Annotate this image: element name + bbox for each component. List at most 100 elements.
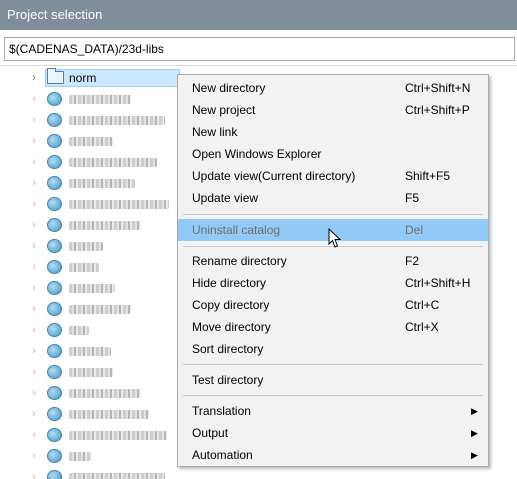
context-menu: New directory Ctrl+Shift+N New project C… bbox=[177, 74, 489, 467]
expand-icon[interactable]: › bbox=[28, 448, 40, 464]
expand-icon[interactable]: › bbox=[28, 70, 40, 86]
redacted-label bbox=[69, 326, 89, 335]
catalog-icon bbox=[47, 344, 62, 358]
catalog-icon bbox=[47, 218, 62, 232]
menu-item-hide-directory[interactable]: Hide directory Ctrl+Shift+H bbox=[178, 272, 488, 294]
expand-icon[interactable]: › bbox=[28, 343, 40, 359]
expand-icon[interactable]: › bbox=[28, 154, 40, 170]
menu-item-shortcut: Del bbox=[405, 223, 424, 237]
menu-item-shortcut: Ctrl+Shift+N bbox=[405, 81, 471, 95]
menu-item-label: Rename directory bbox=[192, 254, 287, 268]
expand-icon[interactable]: › bbox=[28, 364, 40, 380]
redacted-label bbox=[69, 137, 113, 146]
expand-icon[interactable]: › bbox=[28, 427, 40, 443]
catalog-icon bbox=[47, 281, 62, 295]
expand-icon[interactable]: › bbox=[28, 301, 40, 317]
menu-item-new-project[interactable]: New project Ctrl+Shift+P bbox=[178, 99, 488, 121]
catalog-icon bbox=[47, 155, 62, 169]
menu-item-label: Sort directory bbox=[192, 342, 264, 356]
expand-icon[interactable]: › bbox=[28, 259, 40, 275]
redacted-label bbox=[69, 95, 131, 104]
menu-separator bbox=[183, 214, 483, 215]
catalog-icon bbox=[47, 92, 62, 106]
catalog-icon bbox=[47, 176, 62, 190]
menu-item-sort-directory[interactable]: Sort directory bbox=[178, 338, 488, 360]
expand-icon[interactable]: › bbox=[28, 217, 40, 233]
menu-item-label: Automation bbox=[192, 448, 253, 462]
redacted-label bbox=[69, 452, 91, 461]
catalog-icon bbox=[47, 197, 62, 211]
menu-item-shortcut: Shift+F5 bbox=[405, 169, 451, 183]
redacted-label bbox=[69, 473, 165, 479]
catalog-icon bbox=[47, 365, 62, 379]
redacted-label bbox=[69, 200, 169, 209]
expand-icon[interactable]: › bbox=[28, 91, 40, 107]
path-bar: $(CADENAS_DATA)/23d-libs bbox=[0, 30, 517, 66]
menu-item-label: Open Windows Explorer bbox=[192, 147, 322, 161]
menu-item-rename-directory[interactable]: Rename directory F2 bbox=[178, 250, 488, 272]
window-title: Project selection bbox=[0, 0, 517, 30]
expand-icon[interactable]: › bbox=[28, 196, 40, 212]
catalog-icon bbox=[47, 386, 62, 400]
menu-item-label: Copy directory bbox=[192, 298, 270, 312]
expand-icon[interactable]: › bbox=[28, 238, 40, 254]
catalog-icon bbox=[47, 428, 62, 442]
tree-item-label: norm bbox=[69, 71, 97, 85]
redacted-label bbox=[69, 263, 99, 272]
expand-icon[interactable]: › bbox=[28, 133, 40, 149]
redacted-label bbox=[69, 284, 115, 293]
menu-item-move-directory[interactable]: Move directory Ctrl+X bbox=[178, 316, 488, 338]
redacted-label bbox=[69, 158, 157, 167]
menu-item-copy-directory[interactable]: Copy directory Ctrl+C bbox=[178, 294, 488, 316]
tree-item[interactable]: › bbox=[0, 467, 517, 479]
expand-icon[interactable]: › bbox=[28, 175, 40, 191]
redacted-label bbox=[69, 179, 135, 188]
submenu-arrow-icon: ▶ bbox=[471, 428, 478, 438]
menu-item-label: Update view(Current directory) bbox=[192, 169, 356, 183]
menu-item-shortcut: Ctrl+Shift+P bbox=[405, 103, 470, 117]
redacted-label bbox=[69, 389, 141, 398]
expand-icon[interactable]: › bbox=[28, 385, 40, 401]
redacted-label bbox=[69, 242, 103, 251]
folder-icon bbox=[47, 68, 64, 84]
menu-separator bbox=[183, 364, 483, 365]
menu-item-update-view[interactable]: Update view F5 bbox=[178, 187, 488, 209]
menu-item-output[interactable]: Output ▶ bbox=[178, 422, 488, 444]
submenu-arrow-icon: ▶ bbox=[471, 450, 478, 460]
menu-item-update-view-current[interactable]: Update view(Current directory) Shift+F5 bbox=[178, 165, 488, 187]
menu-item-new-directory[interactable]: New directory Ctrl+Shift+N bbox=[178, 77, 488, 99]
menu-item-label: New link bbox=[192, 125, 238, 139]
menu-item-label: Translation bbox=[192, 404, 251, 418]
menu-item-shortcut: F2 bbox=[405, 254, 420, 268]
menu-item-translation[interactable]: Translation ▶ bbox=[178, 400, 488, 422]
selection-highlight bbox=[45, 69, 180, 87]
path-input[interactable]: $(CADENAS_DATA)/23d-libs bbox=[4, 37, 515, 61]
catalog-icon bbox=[47, 470, 62, 479]
mouse-pointer-icon bbox=[328, 228, 342, 248]
menu-item-shortcut: Ctrl+X bbox=[405, 320, 439, 334]
catalog-icon bbox=[47, 260, 62, 274]
expand-icon[interactable]: › bbox=[28, 469, 40, 479]
redacted-label bbox=[69, 431, 167, 440]
menu-item-label: Test directory bbox=[192, 373, 264, 387]
expand-icon[interactable]: › bbox=[28, 322, 40, 338]
menu-item-label: Output bbox=[192, 426, 229, 440]
expand-icon[interactable]: › bbox=[28, 280, 40, 296]
menu-item-open-windows-explorer[interactable]: Open Windows Explorer bbox=[178, 143, 488, 165]
expand-icon[interactable]: › bbox=[28, 406, 40, 422]
menu-item-label: Uninstall catalog bbox=[192, 223, 281, 237]
menu-item-label: New directory bbox=[192, 81, 266, 95]
catalog-icon bbox=[47, 323, 62, 337]
menu-item-test-directory[interactable]: Test directory bbox=[178, 369, 488, 391]
redacted-label bbox=[69, 305, 131, 314]
menu-item-new-link[interactable]: New link bbox=[178, 121, 488, 143]
redacted-label bbox=[69, 368, 113, 377]
menu-item-shortcut: F5 bbox=[405, 191, 420, 205]
menu-item-label: Update view bbox=[192, 191, 259, 205]
submenu-arrow-icon: ▶ bbox=[471, 406, 478, 416]
catalog-icon bbox=[47, 302, 62, 316]
catalog-icon bbox=[47, 239, 62, 253]
menu-item-automation[interactable]: Automation ▶ bbox=[178, 444, 488, 466]
menu-item-label: Move directory bbox=[192, 320, 271, 334]
expand-icon[interactable]: › bbox=[28, 112, 40, 128]
